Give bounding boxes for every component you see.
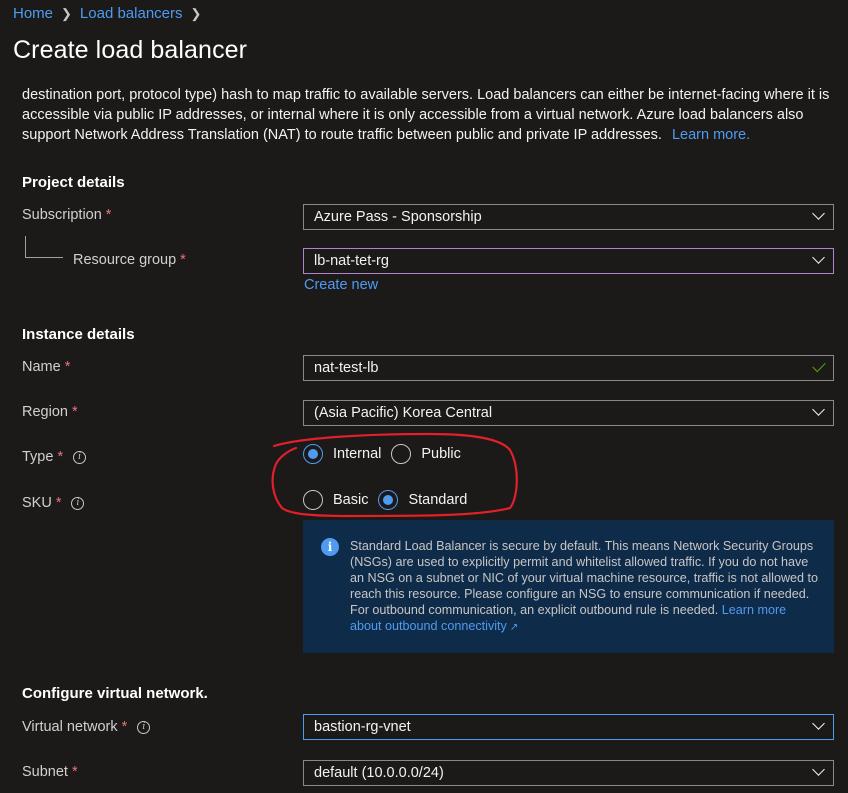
required-marker: * bbox=[121, 719, 128, 735]
chevron-down-icon bbox=[812, 717, 825, 730]
chevron-down-icon bbox=[812, 403, 825, 416]
standard-sku-info-box: i Standard Load Balancer is secure by de… bbox=[303, 520, 834, 653]
sku-radio-standard[interactable]: Standard bbox=[378, 490, 467, 510]
chevron-down-icon bbox=[812, 207, 825, 220]
resource-group-value: lb-nat-tet-rg bbox=[314, 253, 389, 269]
type-option-public: Public bbox=[421, 446, 461, 462]
region-label-text: Region bbox=[22, 404, 68, 420]
subscription-label: Subscription * bbox=[22, 207, 111, 223]
learn-more-link[interactable]: Learn more. bbox=[672, 127, 750, 143]
configure-vnet-heading: Configure virtual network. bbox=[22, 685, 208, 702]
radio-unselected-icon bbox=[391, 444, 412, 464]
resource-group-label: Resource group * bbox=[73, 252, 186, 268]
vnet-label-text: Virtual network bbox=[22, 719, 118, 735]
info-icon[interactable]: i bbox=[73, 450, 87, 464]
radio-selected-icon bbox=[378, 490, 399, 510]
tree-connector-h bbox=[25, 257, 63, 258]
radio-selected-icon bbox=[303, 444, 323, 464]
intro-text: destination port, protocol type) hash to… bbox=[22, 88, 837, 145]
required-marker: * bbox=[71, 404, 78, 420]
info-circle-icon: i bbox=[321, 538, 339, 556]
sku-label-text: SKU bbox=[22, 495, 52, 511]
chevron-down-icon bbox=[812, 763, 825, 776]
sku-radio-basic[interactable]: Basic bbox=[303, 490, 368, 510]
external-link-icon: ↗ bbox=[509, 622, 519, 633]
type-label: Type * i bbox=[22, 449, 87, 465]
required-marker: * bbox=[57, 449, 64, 465]
subscription-value: Azure Pass - Sponsorship bbox=[314, 209, 482, 225]
type-radio-group: Internal Public bbox=[303, 444, 471, 464]
tree-connector bbox=[25, 236, 26, 258]
info-box-text: Standard Load Balancer is secure by defa… bbox=[350, 538, 820, 636]
chevron-right-icon: ❯ bbox=[61, 5, 72, 21]
subscription-label-text: Subscription bbox=[22, 207, 102, 223]
sku-option-standard: Standard bbox=[408, 492, 468, 508]
required-marker: * bbox=[105, 207, 112, 223]
region-dropdown[interactable]: (Asia Pacific) Korea Central bbox=[303, 400, 834, 426]
resource-group-dropdown[interactable]: lb-nat-tet-rg bbox=[303, 248, 834, 274]
type-radio-internal[interactable]: Internal bbox=[303, 444, 381, 464]
type-radio-public[interactable]: Public bbox=[391, 444, 461, 464]
name-label-text: Name bbox=[22, 359, 61, 375]
name-label: Name * bbox=[22, 359, 70, 375]
required-marker: * bbox=[180, 252, 186, 268]
info-icon[interactable]: i bbox=[71, 496, 85, 510]
project-details-heading: Project details bbox=[22, 174, 125, 191]
chevron-down-icon bbox=[812, 251, 825, 264]
type-option-internal: Internal bbox=[333, 446, 382, 462]
subnet-dropdown[interactable]: default (10.0.0.0/24) bbox=[303, 760, 834, 786]
name-value: nat-test-lb bbox=[314, 360, 379, 376]
required-marker: * bbox=[55, 495, 62, 511]
vnet-value: bastion-rg-vnet bbox=[314, 719, 411, 735]
subscription-dropdown[interactable]: Azure Pass - Sponsorship bbox=[303, 204, 834, 230]
subnet-value: default (10.0.0.0/24) bbox=[314, 765, 444, 781]
vnet-label: Virtual network * i bbox=[22, 719, 151, 735]
region-value: (Asia Pacific) Korea Central bbox=[314, 405, 493, 421]
required-marker: * bbox=[64, 359, 71, 375]
info-icon[interactable]: i bbox=[137, 720, 151, 734]
sku-option-basic: Basic bbox=[333, 492, 369, 508]
checkmark-icon bbox=[812, 358, 826, 373]
create-new-resource-group-link[interactable]: Create new bbox=[304, 277, 378, 293]
breadcrumb-load-balancers-link[interactable]: Load balancers bbox=[80, 5, 183, 22]
subnet-label: Subnet * bbox=[22, 764, 78, 780]
region-label: Region * bbox=[22, 404, 78, 420]
sku-label: SKU * i bbox=[22, 495, 85, 511]
sku-radio-group: Basic Standard bbox=[303, 490, 477, 510]
type-label-text: Type bbox=[22, 449, 54, 465]
instance-details-heading: Instance details bbox=[22, 326, 135, 343]
breadcrumb: Home ❯ Load balancers ❯ bbox=[13, 5, 209, 22]
required-marker: * bbox=[71, 764, 78, 780]
chevron-right-icon: ❯ bbox=[190, 5, 202, 21]
radio-unselected-icon bbox=[303, 490, 323, 510]
name-input[interactable]: nat-test-lb bbox=[303, 355, 834, 381]
virtual-network-dropdown[interactable]: bastion-rg-vnet bbox=[303, 714, 834, 740]
breadcrumb-home-link[interactable]: Home bbox=[13, 5, 53, 22]
subnet-label-text: Subnet bbox=[22, 764, 68, 780]
page-title: Create load balancer bbox=[13, 36, 248, 64]
resource-group-label-text: Resource group bbox=[73, 252, 177, 268]
form-scroll-area[interactable]: destination port, protocol type) hash to… bbox=[0, 88, 848, 793]
